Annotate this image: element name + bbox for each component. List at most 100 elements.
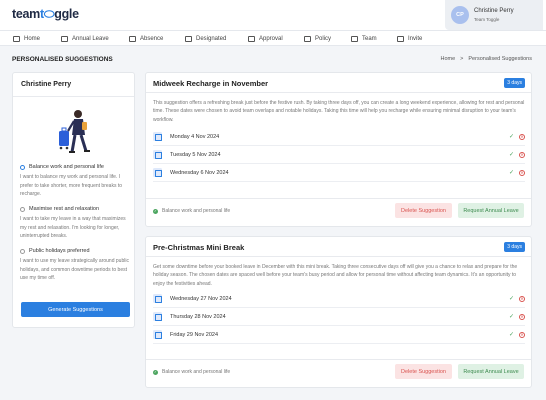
check-circle-icon: ✓: [153, 208, 158, 214]
logo-text-part1: team: [12, 7, 40, 21]
logo-text-part2: ggle: [54, 7, 79, 21]
calendar-icon: [61, 35, 68, 42]
user-org: Team Toggle: [474, 17, 500, 22]
divider: [13, 96, 134, 97]
tag-label: Balance work and personal life: [162, 369, 231, 375]
traveler-illustration: [57, 107, 93, 159]
check-icon[interactable]: ✓: [509, 151, 514, 158]
breadcrumb-current: Personalised Suggestions: [468, 56, 532, 62]
invite-icon: [397, 35, 404, 42]
days-badge: 3 days: [504, 242, 525, 252]
check-circle-icon: ✓: [153, 369, 158, 375]
calendar-icon: [153, 150, 162, 159]
nav-item-label: Approval: [259, 35, 283, 42]
date-row: Wednesday 6 Nov 2024 ✓ ✕: [153, 164, 525, 182]
calendar-icon: [153, 168, 162, 177]
suggestion-card: Pre-Christmas Mini Break 3 days Get some…: [145, 236, 532, 388]
request-annual-leave-button[interactable]: Request Annual Leave: [458, 203, 524, 218]
nav-item-label: Designated: [196, 35, 227, 42]
avatar: CP: [451, 6, 469, 24]
date-row: Tuesday 5 Nov 2024 ✓ ✕: [153, 146, 525, 164]
card-title: Midweek Recharge in November: [153, 79, 269, 88]
option-description: I want to take my leave in a way that ma…: [20, 216, 126, 239]
radio-selected-icon[interactable]: [20, 164, 25, 170]
date-text: Monday 4 Nov 2024: [170, 133, 220, 140]
breadcrumb: Home > Personalised Suggestions: [441, 56, 533, 62]
date-row: Friday 29 Nov 2024 ✓ ✕: [153, 326, 525, 344]
divider: [146, 92, 531, 93]
designated-icon: [185, 35, 192, 42]
check-icon[interactable]: ✓: [509, 169, 514, 176]
option-description: I want to use my leave strategically aro…: [20, 258, 129, 281]
tag-label: Balance work and personal life: [162, 208, 231, 214]
divider: [146, 359, 531, 360]
app-logo[interactable]: teamt⬭ggle: [12, 7, 79, 22]
preference-tag: ✓ Balance work and personal life: [153, 208, 230, 214]
nav-item-team[interactable]: Team: [351, 31, 377, 46]
panel-user-name: Christine Perry: [21, 81, 72, 88]
remove-icon[interactable]: ✕: [519, 331, 525, 338]
nav-item-approval[interactable]: Approval: [248, 31, 283, 46]
option-maximise-rest[interactable]: Maximise rest and relaxation I want to t…: [20, 206, 130, 241]
date-row: Thursday 28 Nov 2024 ✓ ✕: [153, 308, 525, 326]
radio-icon[interactable]: [20, 248, 25, 254]
remove-icon[interactable]: ✕: [519, 151, 525, 158]
breadcrumb-separator: >: [460, 56, 464, 62]
calendar-icon: [153, 294, 162, 303]
card-description: Get some downtime before your booked lea…: [153, 264, 518, 287]
suggestion-card: Midweek Recharge in November 3 days This…: [145, 72, 532, 227]
absence-icon: [129, 35, 136, 42]
user-menu[interactable]: CP Christine Perry Team Toggle: [445, 0, 543, 30]
date-text: Tuesday 5 Nov 2024: [170, 151, 221, 158]
nav-item-label: Invite: [408, 35, 423, 42]
option-label: Balance work and personal life: [29, 164, 104, 170]
remove-icon[interactable]: ✕: [519, 313, 525, 320]
nav-item-invite[interactable]: Invite: [397, 31, 422, 46]
date-text: Thursday 28 Nov 2024: [170, 313, 226, 320]
nav-item-designated[interactable]: Designated: [185, 31, 226, 46]
nav-item-home[interactable]: Home: [13, 31, 40, 46]
option-balance[interactable]: Balance work and personal life I want to…: [20, 164, 130, 199]
date-text: Wednesday 6 Nov 2024: [170, 169, 229, 176]
check-icon[interactable]: ✓: [509, 331, 514, 338]
option-public-holidays[interactable]: Public holidays preferred I want to use …: [20, 248, 130, 283]
check-icon[interactable]: ✓: [509, 295, 514, 302]
calendar-icon: [153, 132, 162, 141]
radio-icon[interactable]: [20, 206, 25, 212]
check-icon[interactable]: ✓: [509, 313, 514, 320]
nav-item-annual-leave[interactable]: Annual Leave: [61, 31, 109, 46]
nav-item-label: Annual Leave: [72, 35, 109, 42]
calendar-icon: [153, 330, 162, 339]
user-name: Christine Perry: [474, 8, 514, 14]
date-row: Monday 4 Nov 2024 ✓ ✕: [153, 128, 525, 146]
option-description: I want to balance my work and personal l…: [20, 174, 122, 197]
preferences-panel: Christine Perry Balance work and persona…: [12, 72, 135, 328]
page-title: PERSONALISED SUGGESTIONS: [12, 56, 113, 63]
approval-icon: [248, 35, 255, 42]
nav-item-absence[interactable]: Absence: [129, 31, 163, 46]
divider: [146, 256, 531, 257]
breadcrumb-home[interactable]: Home: [441, 56, 456, 62]
delete-suggestion-button[interactable]: Delete Suggestion: [395, 203, 452, 218]
preference-tag: ✓ Balance work and personal life: [153, 369, 230, 375]
top-header: teamt⬭ggle CP Christine Perry Team Toggl…: [0, 0, 546, 30]
remove-icon[interactable]: ✕: [519, 133, 525, 140]
remove-icon[interactable]: ✕: [519, 295, 525, 302]
date-text: Wednesday 27 Nov 2024: [170, 295, 232, 302]
delete-suggestion-button[interactable]: Delete Suggestion: [395, 364, 452, 379]
remove-icon[interactable]: ✕: [519, 169, 525, 176]
main-nav: Home Annual Leave Absence Designated App…: [0, 30, 546, 46]
check-icon[interactable]: ✓: [509, 133, 514, 140]
option-label: Maximise rest and relaxation: [29, 206, 100, 212]
logo-toggle-glyph: ⬭: [43, 7, 55, 21]
generate-suggestions-button[interactable]: Generate Suggestions: [21, 302, 130, 317]
date-row: Wednesday 27 Nov 2024 ✓ ✕: [153, 290, 525, 308]
home-icon: [13, 35, 20, 42]
nav-item-policy[interactable]: Policy: [304, 31, 331, 46]
card-title: Pre-Christmas Mini Break: [153, 243, 245, 252]
card-description: This suggestion offers a refreshing brea…: [153, 100, 525, 123]
request-annual-leave-button[interactable]: Request Annual Leave: [458, 364, 524, 379]
option-label: Public holidays preferred: [29, 248, 90, 254]
nav-item-label: Team: [362, 35, 377, 42]
nav-item-label: Policy: [315, 35, 332, 42]
